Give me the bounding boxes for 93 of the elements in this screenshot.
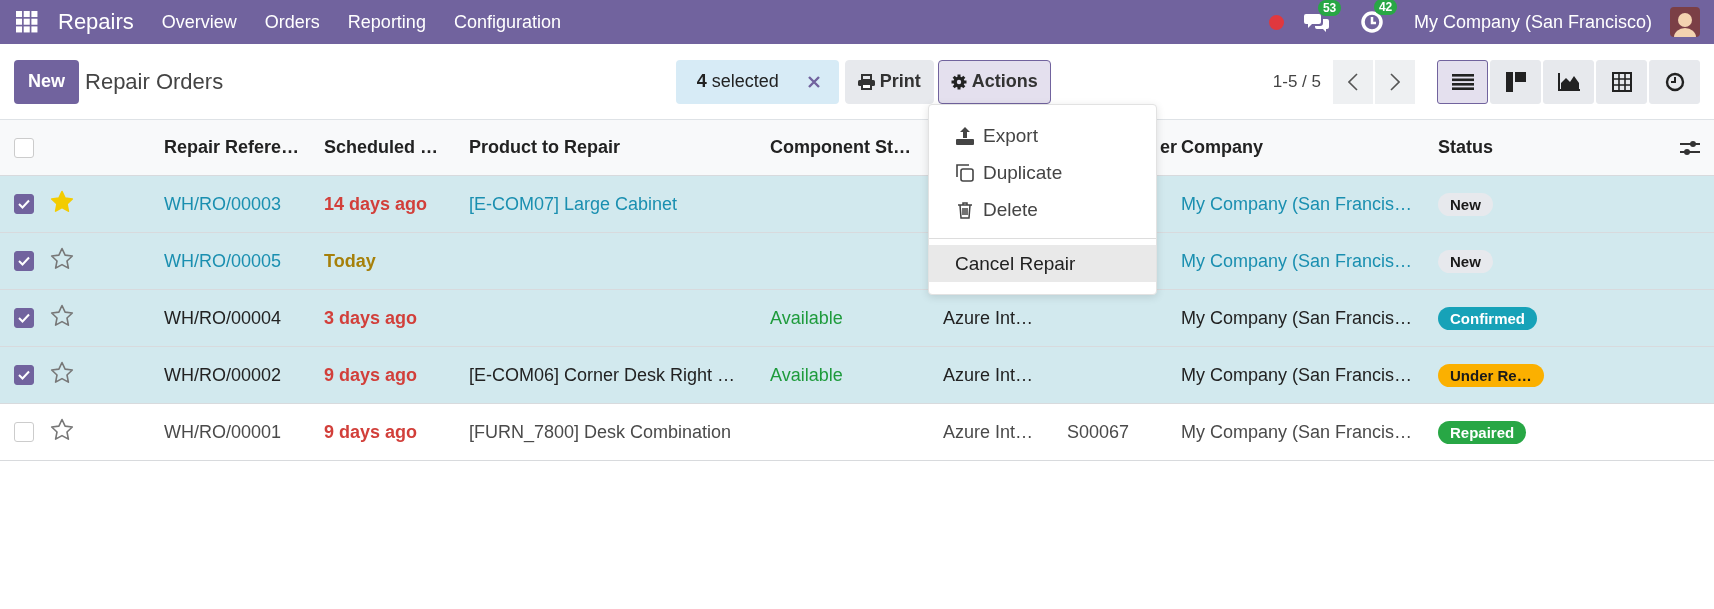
table-row[interactable]: WH/RO/00001 9 days ago [FURN_7800] Desk Combination Azure Int… S00067 My Company (San Francis… Repaired [0, 404, 1714, 461]
star-icon[interactable] [50, 247, 74, 270]
menu-item[interactable]: Export [929, 117, 1156, 154]
row-checkbox[interactable] [14, 194, 34, 214]
pager-value[interactable]: 1-5 / 5 [1272, 71, 1321, 92]
recording-dot-icon[interactable] [1268, 14, 1284, 30]
company-name: My Company (San Francis… [1181, 421, 1413, 442]
close-icon[interactable] [806, 74, 821, 89]
status-badge: New [1438, 192, 1493, 216]
check-icon [18, 199, 30, 209]
column-header[interactable]: Component St… [770, 137, 911, 157]
pivot-view-button[interactable] [1596, 59, 1647, 104]
status-badge: New [1438, 249, 1493, 273]
grid-table-icon [1611, 71, 1632, 92]
table-cell: Azure Int… [943, 307, 1034, 328]
menu-item[interactable]: Delete [929, 191, 1156, 228]
graph-view-button[interactable] [1543, 59, 1594, 104]
column-header[interactable]: Company [1181, 137, 1263, 157]
row-checkbox[interactable] [14, 308, 34, 328]
page-title: Repair Orders [85, 68, 224, 95]
actions-button[interactable]: Actions [937, 59, 1051, 104]
scheduled-date: 9 days ago [324, 421, 418, 442]
component-status: Available [770, 364, 843, 385]
list-view-button[interactable] [1437, 59, 1488, 104]
reference-link[interactable]: WH/RO/00004 [164, 307, 282, 328]
reference-link[interactable]: WH/RO/00002 [164, 364, 282, 385]
star-icon[interactable] [50, 418, 74, 441]
status-badge: Repaired [1438, 420, 1527, 444]
table-cell: Azure Int… [943, 421, 1034, 442]
kanban-view-button[interactable] [1490, 59, 1541, 104]
menu-item[interactable]: Cancel Repair [929, 245, 1156, 282]
new-button[interactable]: New [14, 59, 79, 104]
scheduled-date: 14 days ago [324, 193, 428, 214]
clock-icon [1664, 71, 1685, 92]
star-icon[interactable] [50, 304, 74, 327]
column-header[interactable]: Product to Repair [469, 137, 620, 157]
column-header[interactable]: Scheduled … [324, 137, 439, 157]
product-name: [FURN_7800] Desk Combination [469, 421, 732, 442]
trash-icon [955, 199, 975, 220]
table-cell: S00067 [1067, 421, 1130, 442]
chevron-right-icon [1390, 72, 1400, 91]
menu-item[interactable]: Reporting [347, 11, 426, 33]
select-all-checkbox[interactable] [14, 137, 34, 158]
clock-icon[interactable] [1359, 10, 1384, 34]
gear-icon [950, 73, 967, 90]
table-cell: Azure Int… [943, 364, 1034, 385]
product-name: [E-COM07] Large Cabinet [469, 193, 678, 214]
previous-button[interactable] [1333, 59, 1373, 104]
check-icon [18, 313, 30, 323]
menu-item[interactable]: Overview [161, 11, 237, 33]
scheduled-date: Today [324, 250, 376, 271]
column-header[interactable]: Status [1438, 137, 1493, 157]
company-name: My Company (San Francis… [1181, 193, 1413, 214]
menu-item[interactable]: Orders [264, 11, 320, 33]
column-header[interactable]: er [1160, 137, 1177, 157]
column-header[interactable]: Repair Refere… [164, 137, 300, 157]
column-settings-icon[interactable] [1680, 138, 1700, 157]
company-name: My Company (San Francis… [1181, 364, 1413, 385]
status-badge: Under Re… [1438, 363, 1544, 387]
status-badge: Confirmed [1438, 306, 1537, 330]
chevron-left-icon [1348, 72, 1358, 91]
menu-item[interactable]: Configuration [453, 11, 561, 33]
area-chart-icon [1557, 72, 1580, 91]
activity-view-button[interactable] [1649, 59, 1700, 104]
printer-icon [857, 73, 875, 90]
row-checkbox[interactable] [14, 251, 34, 271]
selected-count: 4 selected [696, 71, 779, 92]
component-status: Available [770, 307, 843, 328]
check-icon [18, 256, 30, 266]
company-name: My Company (San Francis… [1181, 307, 1413, 328]
next-button[interactable] [1375, 59, 1415, 104]
table-row[interactable]: WH/RO/00002 9 days ago [E-COM06] Corner Desk Right … Available Azure Int… My Company (San Francis… Under Re… [0, 347, 1714, 404]
scheduled-date: 9 days ago [324, 364, 418, 385]
app-name[interactable]: Repairs [58, 9, 134, 35]
avatar-icon[interactable] [1670, 7, 1700, 37]
product-name: [E-COM06] Corner Desk Right … [469, 364, 736, 385]
list-lines-icon [1451, 73, 1474, 90]
reference-link[interactable]: WH/RO/00001 [164, 421, 282, 442]
kanban-columns-icon [1505, 71, 1526, 92]
check-icon [18, 370, 30, 380]
activity-count: 42 [1373, 0, 1398, 15]
chat-icon[interactable] [1303, 11, 1330, 33]
apps-menu-icon[interactable] [16, 11, 38, 33]
company-name: My Company (San Francis… [1181, 250, 1413, 271]
scheduled-date: 3 days ago [324, 307, 418, 328]
print-button[interactable]: Print [844, 59, 934, 104]
star-icon[interactable] [50, 361, 74, 384]
upload-icon [955, 125, 975, 146]
company-switcher[interactable]: My Company (San Francisco) [1413, 11, 1652, 33]
row-checkbox[interactable] [14, 365, 34, 385]
table-row[interactable]: WH/RO/00004 3 days ago Available Azure Int… My Company (San Francis… Confirmed [0, 290, 1714, 347]
copy-icon [955, 162, 975, 183]
message-count: 53 [1317, 0, 1342, 16]
